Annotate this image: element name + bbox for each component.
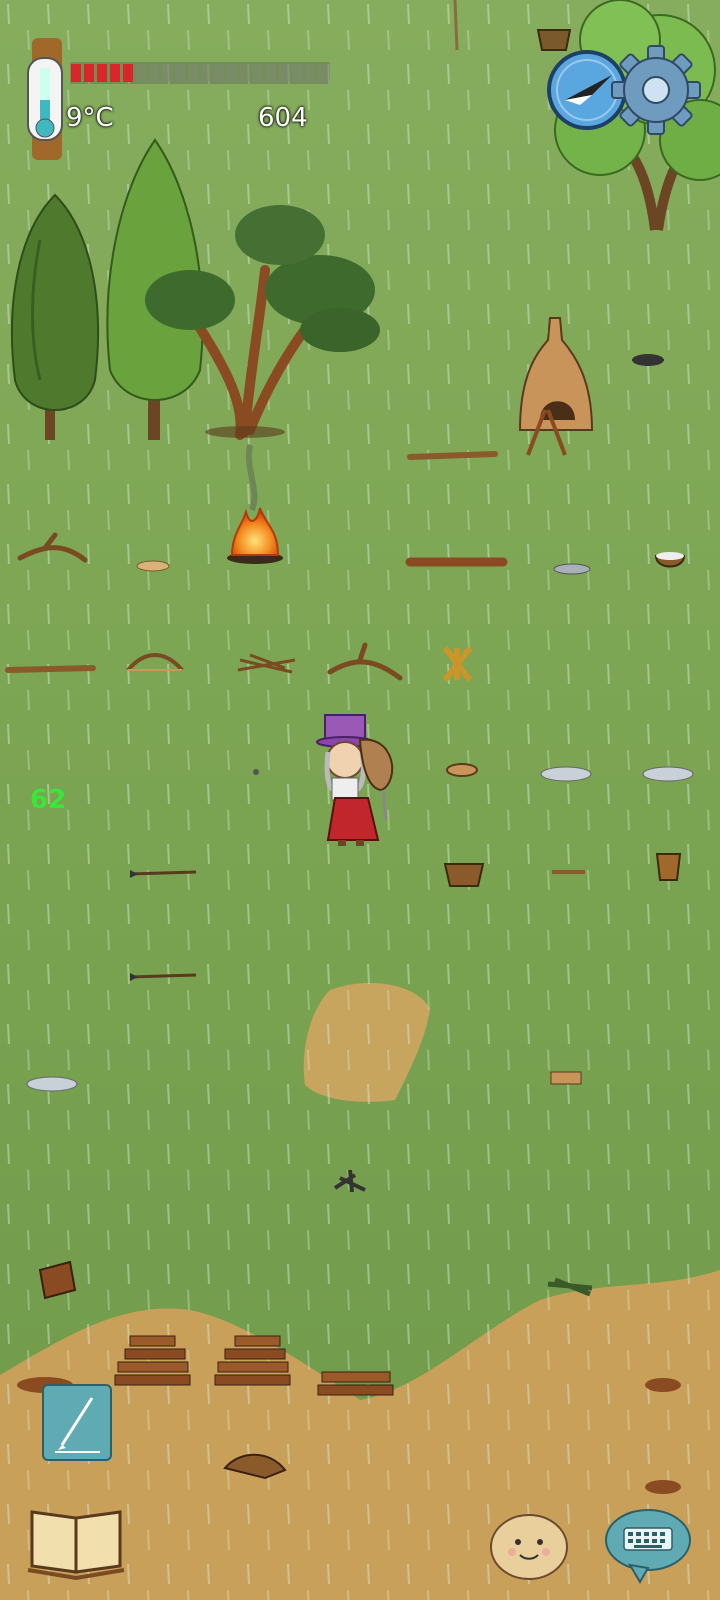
flint-chip[interactable] xyxy=(553,563,591,575)
thermometer-icon xyxy=(27,38,63,160)
food-pip-empty xyxy=(227,64,237,82)
food-pip-empty xyxy=(175,64,185,82)
dirt-mound-3[interactable] xyxy=(645,1480,681,1494)
small-clay-item[interactable] xyxy=(550,1071,582,1085)
long-straight-shaft[interactable] xyxy=(5,665,96,673)
food-pip-empty xyxy=(240,64,250,82)
basket[interactable] xyxy=(536,29,572,51)
flat-rock-2[interactable] xyxy=(642,766,694,782)
food-pip-empty xyxy=(214,64,224,82)
food-pip-filled xyxy=(110,64,120,82)
woven-basket[interactable] xyxy=(443,863,485,887)
food-pip-empty xyxy=(318,64,328,82)
emote-face-icon[interactable] xyxy=(490,1514,568,1580)
food-pip-empty xyxy=(253,64,263,82)
food-pip-filled xyxy=(97,64,107,82)
small-seed[interactable] xyxy=(253,769,259,775)
temperature-readout: 9°C xyxy=(66,103,114,133)
flat-stone[interactable] xyxy=(136,560,170,572)
food-pip-filled xyxy=(71,64,81,82)
flat-rock-3[interactable] xyxy=(26,1076,78,1092)
food-pip-empty xyxy=(279,64,289,82)
flat-rock[interactable] xyxy=(540,766,592,782)
open-book-icon[interactable] xyxy=(27,1510,125,1581)
game-world[interactable] xyxy=(0,0,720,1600)
food-meter-frame xyxy=(70,62,330,84)
food-pip-empty xyxy=(162,64,172,82)
food-pip-filled xyxy=(123,64,133,82)
clay-plate[interactable] xyxy=(446,763,478,777)
pencil-note-icon[interactable] xyxy=(42,1384,112,1461)
food-pip-empty xyxy=(201,64,211,82)
bowl-of-dough[interactable] xyxy=(654,552,686,568)
stake[interactable] xyxy=(453,0,459,51)
food-pip-empty xyxy=(305,64,315,82)
long-branch[interactable] xyxy=(407,451,498,460)
food-pip-empty xyxy=(266,64,276,82)
dirt-mound-2[interactable] xyxy=(645,1378,681,1392)
food-pip-empty xyxy=(136,64,146,82)
food-meter xyxy=(70,62,330,84)
age-readout: 62 xyxy=(30,785,67,815)
score-readout: 604 xyxy=(258,103,308,133)
wooden-bucket[interactable] xyxy=(655,853,682,881)
food-pip-filled xyxy=(84,64,94,82)
charcoal[interactable] xyxy=(632,354,664,366)
gear-icon[interactable] xyxy=(611,45,701,135)
food-pip-empty xyxy=(292,64,302,82)
food-pip-empty xyxy=(149,64,159,82)
food-pip-empty xyxy=(188,64,198,82)
